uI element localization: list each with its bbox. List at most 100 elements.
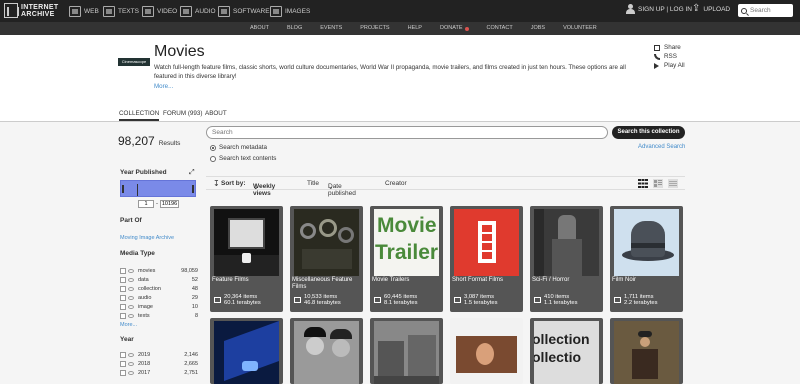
subnav-projects[interactable]: PROJECTS — [360, 22, 389, 35]
facet-checkbox[interactable] — [120, 312, 126, 319]
nav-texts[interactable]: TEXTS — [103, 4, 139, 18]
list-detail-view-icon[interactable] — [653, 179, 663, 188]
description-more-link[interactable]: More... — [154, 83, 173, 90]
eye-icon[interactable] — [128, 295, 134, 300]
eye-icon[interactable] — [128, 286, 134, 291]
facet-checkbox[interactable] — [120, 267, 126, 274]
sort-title[interactable]: Title — [307, 180, 319, 187]
collection-tile[interactable] — [610, 318, 683, 384]
share-link[interactable]: Share — [654, 43, 685, 52]
facet-row[interactable]: data 52 — [120, 275, 198, 284]
nav-video[interactable]: VIDEO — [142, 4, 177, 18]
part-of-link[interactable]: Moving Image Archive — [120, 235, 174, 241]
year-to-input[interactable] — [160, 200, 179, 208]
facet-checkbox[interactable] — [120, 351, 126, 358]
collection-tile[interactable]: Sci-Fi / Horror 410 items 1.1 terabytes — [530, 206, 603, 312]
rss-link[interactable]: RSS — [654, 52, 685, 61]
sort-direction-icon[interactable]: ↧ — [213, 179, 220, 188]
upload-link[interactable]: ⇪ UPLOAD — [692, 4, 730, 14]
collection-tile[interactable]: Feature Films 20,364 items 60.1 terabytes — [210, 206, 283, 312]
play-all-link[interactable]: Play All — [654, 61, 685, 70]
facet-checkbox[interactable] — [120, 285, 126, 292]
nav-audio[interactable]: AUDIO — [180, 4, 216, 18]
signup-login-link[interactable]: SIGN UP | LOG IN — [626, 4, 692, 14]
subnav-about[interactable]: ABOUT — [250, 22, 269, 35]
tile-view-icon[interactable] — [638, 179, 648, 188]
collection-tile-text-1: ollection — [534, 331, 590, 347]
subnav-donate[interactable]: DONATE — [440, 22, 469, 35]
user-icon — [626, 4, 635, 14]
collection-icon — [614, 297, 621, 303]
subnav-contact[interactable]: CONTACT — [487, 22, 513, 35]
collection-tile[interactable]: Movie Trailers Movie Trailers 60,445 ite… — [370, 206, 443, 312]
list-compact-view-icon[interactable] — [668, 179, 678, 188]
eye-icon[interactable] — [128, 277, 134, 282]
year-published-heading: Year Published — [120, 169, 167, 176]
collection-tile[interactable]: Short Format Films 3,087 items 1.5 teraby… — [450, 206, 523, 312]
facet-row[interactable]: 2017 2,751 — [120, 368, 198, 377]
facet-checkbox[interactable] — [120, 369, 126, 376]
search-metadata-option[interactable]: Search metadata — [210, 144, 267, 151]
facet-count: 2,751 — [184, 369, 198, 376]
tile-size: 1.5 terabytes — [464, 300, 498, 306]
search-text-radio[interactable] — [210, 155, 216, 162]
rss-icon — [654, 53, 660, 60]
top-search-input[interactable] — [750, 7, 790, 14]
facet-row[interactable]: audio 29 — [120, 293, 198, 302]
collection-icon — [294, 297, 301, 303]
eye-icon[interactable] — [128, 313, 134, 318]
search-metadata-radio[interactable] — [210, 144, 216, 151]
subnav-volunteer[interactable]: VOLUNTEER — [563, 22, 597, 35]
subnav-events[interactable]: EVENTS — [320, 22, 342, 35]
eye-icon[interactable] — [128, 268, 134, 273]
year-range-slider[interactable] — [120, 180, 196, 197]
collection-tile[interactable]: ollection ollectio — [530, 318, 603, 384]
eye-icon[interactable] — [128, 361, 134, 366]
eye-icon[interactable] — [128, 304, 134, 309]
tab-about[interactable]: ABOUT — [205, 110, 227, 117]
facet-row[interactable]: image 10 — [120, 302, 198, 311]
facet-row[interactable]: 2018 2,665 — [120, 359, 198, 368]
search-collection-button[interactable]: Search this collection — [612, 126, 685, 139]
collection-tile[interactable] — [450, 318, 523, 384]
collection-tile[interactable] — [370, 318, 443, 384]
collection-tile[interactable] — [210, 318, 283, 384]
year-from-input[interactable] — [138, 200, 154, 208]
slider-handle-end[interactable] — [192, 185, 194, 193]
facet-row[interactable]: movies 98,059 — [120, 266, 198, 275]
media-type-more-link[interactable]: More... — [120, 322, 198, 328]
search-text-option[interactable]: Search text contents — [210, 155, 276, 162]
expand-icon[interactable]: ⤢ — [189, 169, 195, 177]
internet-archive-logo[interactable]: INTERNET ARCHIVE — [4, 3, 75, 18]
nav-software[interactable]: SOFTWARE — [218, 4, 270, 18]
collection-tile[interactable]: Miscellaneous Feature Films 10,533 items… — [290, 206, 363, 312]
collection-search-input[interactable] — [206, 126, 608, 139]
eye-icon[interactable] — [128, 352, 134, 357]
tab-forum[interactable]: FORUM (993) — [163, 110, 203, 117]
nav-texts-label: TEXTS — [118, 7, 139, 15]
facet-checkbox[interactable] — [120, 303, 126, 310]
subnav-blog[interactable]: BLOG — [287, 22, 302, 35]
subnav-help[interactable]: HELP — [408, 22, 422, 35]
facet-checkbox[interactable] — [120, 294, 126, 301]
collection-tile[interactable] — [290, 318, 363, 384]
eye-icon[interactable] — [128, 370, 134, 375]
facet-row[interactable]: 2019 2,146 — [120, 350, 198, 359]
facet-checkbox[interactable] — [120, 276, 126, 283]
nav-web[interactable]: WEB — [69, 4, 99, 18]
year-heading: Year — [120, 336, 134, 343]
collection-actions: Share RSS Play All — [654, 43, 685, 70]
facet-row[interactable]: texts 8 — [120, 311, 198, 320]
collection-tile[interactable]: Film Noir 1,711 items 2.2 terabytes — [610, 206, 683, 312]
facet-checkbox[interactable] — [120, 360, 126, 367]
search-icon[interactable] — [741, 7, 747, 14]
facet-label: audio — [138, 294, 152, 301]
nav-images[interactable]: IMAGES — [270, 4, 310, 18]
tab-collection[interactable]: COLLECTION — [119, 110, 160, 121]
facet-row[interactable]: collection 48 — [120, 284, 198, 293]
advanced-search-link[interactable]: Advanced Search — [638, 144, 685, 150]
subnav-jobs[interactable]: JOBS — [531, 22, 545, 35]
slider-handle-start[interactable] — [122, 185, 124, 193]
sort-creator[interactable]: Creator — [385, 180, 407, 187]
nav-video-label: VIDEO — [157, 7, 178, 15]
